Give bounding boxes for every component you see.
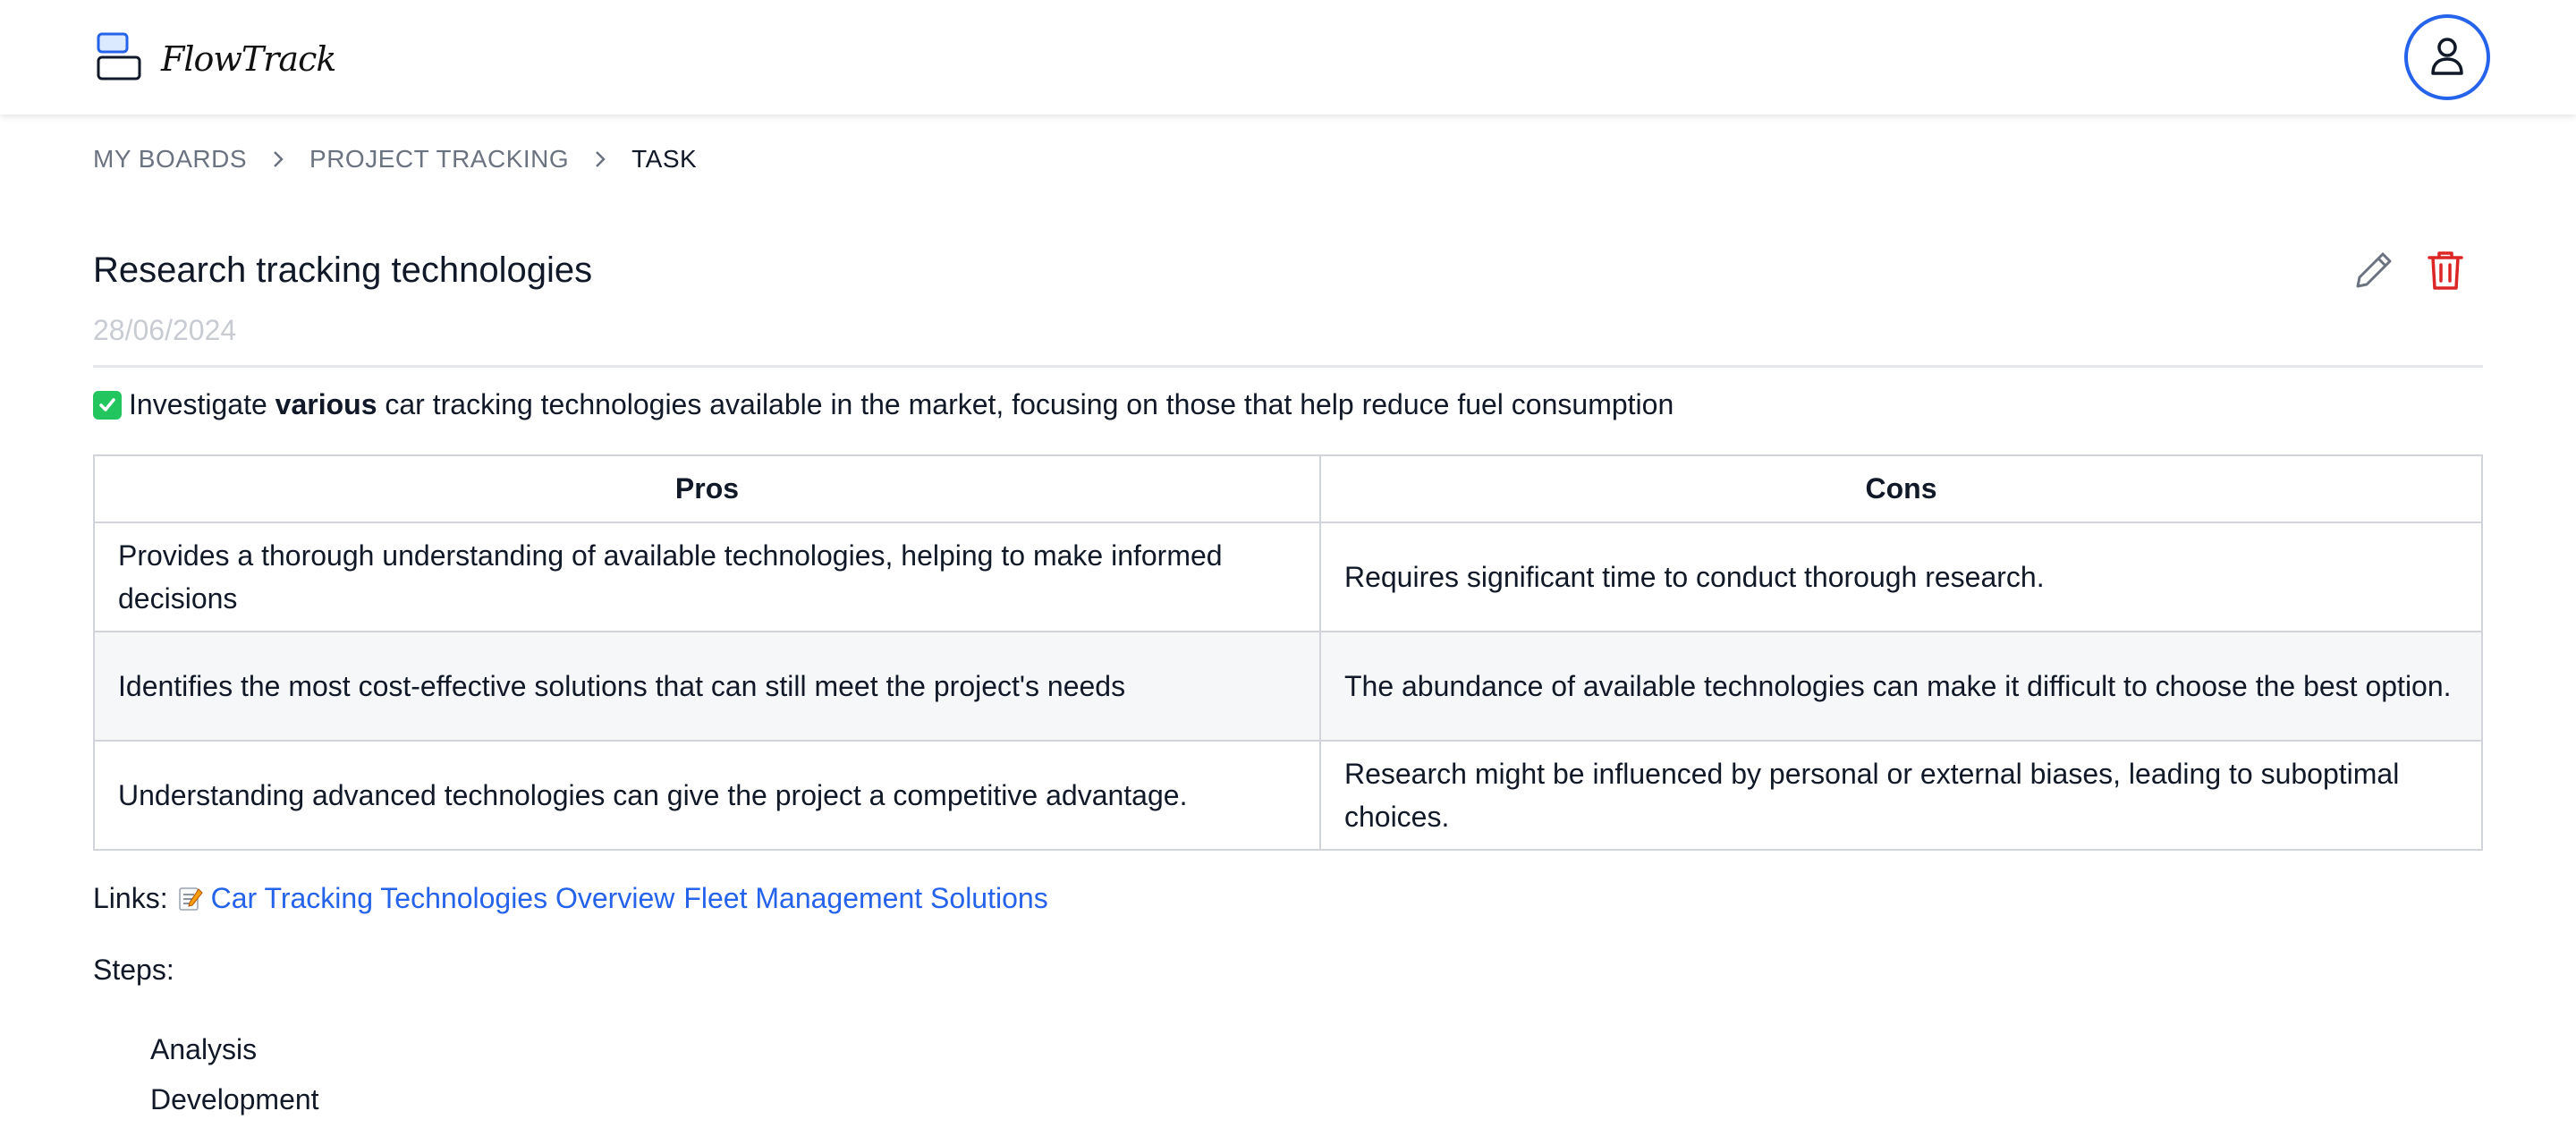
- list-item: Analysis: [150, 1033, 258, 1065]
- cons-header: Cons: [1318, 454, 2484, 523]
- link-fleet-management[interactable]: Fleet Management Solutions: [683, 882, 1047, 915]
- task-date: 28/06/2024: [93, 314, 237, 346]
- link-car-tracking-overview[interactable]: Car Tracking Technologies Overview: [211, 882, 675, 915]
- pencil-icon: [2352, 249, 2395, 296]
- breadcrumb-my-boards[interactable]: MY BOARDS: [93, 145, 247, 174]
- chevron-right-icon: [594, 149, 606, 169]
- table-row: Identifies the most cost-effective solut…: [93, 631, 2484, 742]
- task-description: Investigate various car tracking technol…: [93, 388, 1674, 421]
- stacked-boxes-icon: [97, 32, 141, 85]
- description-prefix: Investigate: [129, 388, 275, 420]
- description-bold: various: [275, 388, 377, 420]
- breadcrumb-project-tracking[interactable]: PROJECT TRACKING: [309, 145, 569, 174]
- user-icon: [2429, 36, 2465, 80]
- table-row: Provides a thorough understanding of ava…: [93, 522, 2484, 632]
- links-section: Links: Car Tracking Technologies Overvie…: [93, 882, 1048, 915]
- pros-cons-table: Pros Cons Provides a thorough understand…: [93, 454, 2484, 851]
- cons-cell: Research might be influenced by personal…: [1318, 740, 2484, 851]
- chevron-right-icon: [272, 149, 284, 169]
- breadcrumb: MY BOARDS PROJECT TRACKING TASK: [93, 145, 697, 174]
- top-navbar: FlowTrack: [0, 0, 2576, 114]
- breadcrumb-task: TASK: [631, 145, 698, 173]
- task-title: Research tracking technologies: [93, 250, 593, 290]
- edit-button[interactable]: [2351, 249, 2397, 295]
- steps-list: Analysis Development: [150, 1024, 319, 1124]
- cons-cell: The abundance of available technologies …: [1318, 631, 2484, 742]
- pros-header: Pros: [93, 454, 1321, 523]
- check-mark-icon: [93, 390, 122, 420]
- title-divider: [93, 365, 2483, 368]
- table-header-row: Pros Cons: [93, 454, 2484, 523]
- trash-icon: [2426, 249, 2465, 296]
- description-suffix: car tracking technologies available in t…: [377, 388, 1674, 420]
- app-logo[interactable]: FlowTrack: [97, 32, 336, 85]
- list-item: Development: [150, 1083, 319, 1115]
- pros-cell: Understanding advanced technologies can …: [93, 740, 1321, 851]
- table-row: Understanding advanced technologies can …: [93, 740, 2484, 851]
- pros-cell: Identifies the most cost-effective solut…: [93, 631, 1321, 742]
- task-actions: [2351, 249, 2469, 295]
- cons-cell: Requires significant time to conduct tho…: [1318, 522, 2484, 632]
- delete-button[interactable]: [2422, 249, 2469, 295]
- app-name: FlowTrack: [161, 38, 336, 79]
- user-avatar-button[interactable]: [2404, 14, 2490, 100]
- steps-label: Steps:: [93, 954, 174, 986]
- links-label: Links:: [93, 882, 168, 914]
- memo-icon: [177, 886, 204, 912]
- pros-cell: Provides a thorough understanding of ava…: [93, 522, 1321, 632]
